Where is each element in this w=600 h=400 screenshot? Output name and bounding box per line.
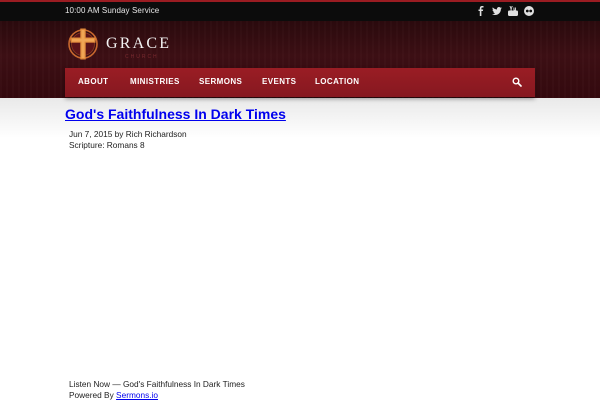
youtube-icon[interactable]: [508, 5, 518, 17]
nav-item-sermons[interactable]: SERMONS: [199, 77, 242, 86]
powered-by-line: Powered By Sermons.io: [69, 390, 158, 400]
search-icon[interactable]: [512, 77, 522, 87]
nav-item-ministries[interactable]: MINISTRIES: [130, 77, 180, 86]
powered-by-label: Powered By: [69, 390, 117, 400]
listen-now-text: Listen Now — God's Faithfulness In Dark …: [69, 379, 245, 389]
nav-item-events[interactable]: EVENTS: [262, 77, 296, 86]
site-brand-tagline: CHURCH: [125, 54, 159, 60]
site-brand-name[interactable]: GRACE: [106, 35, 171, 53]
flickr-icon[interactable]: [524, 5, 534, 17]
twitter-icon[interactable]: [492, 5, 502, 17]
top-bar: 10:00 AM Sunday Service: [0, 0, 600, 21]
nav-item-location[interactable]: LOCATION: [315, 77, 359, 86]
service-time: 10:00 AM Sunday Service: [65, 6, 160, 15]
post-date-author: Jun 7, 2015 by Rich Richardson: [69, 129, 187, 139]
nav-item-about[interactable]: ABOUT: [78, 77, 108, 86]
social-links: [476, 5, 534, 17]
post-scripture: Scripture: Romans 8: [69, 140, 145, 150]
post-title-link[interactable]: God's Faithfulness In Dark Times: [65, 106, 286, 122]
main-navigation: ABOUT MINISTRIES SERMONS EVENTS LOCATION: [65, 68, 535, 97]
facebook-icon[interactable]: [476, 5, 486, 17]
cross-logo-icon[interactable]: [67, 27, 99, 61]
sermons-io-link[interactable]: Sermons.io: [116, 390, 158, 400]
